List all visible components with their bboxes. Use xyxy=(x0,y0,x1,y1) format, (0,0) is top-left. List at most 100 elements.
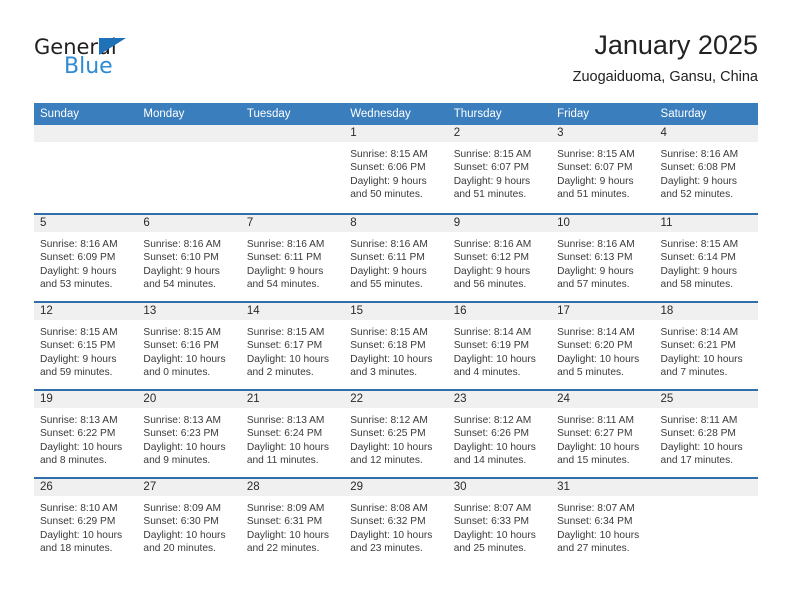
calendar-day-cell[interactable]: 21 Sunrise: 8:13 AM Sunset: 6:24 PM Dayligh… xyxy=(240,391,345,477)
day-details: Sunrise: 8:16 AM Sunset: 6:10 PM Daylight:… xyxy=(137,232,240,292)
day-detail-line: Daylight: 10 hours xyxy=(557,353,640,365)
calendar-day-cell[interactable]: 22 Sunrise: 8:12 AM Sunset: 6:25 PM Dayligh… xyxy=(344,391,448,477)
calendar-day-cell[interactable]: 4 Sunrise: 8:16 AM Sunset: 6:08 PM Daylight… xyxy=(654,125,758,213)
day-detail-line: Sunset: 6:34 PM xyxy=(557,516,633,528)
calendar-day-cell[interactable]: 23 Sunrise: 8:12 AM Sunset: 6:26 PM Dayligh… xyxy=(447,391,552,477)
calendar-day-cell[interactable]: 27 Sunrise: 8:09 AM Sunset: 6:30 PM Dayligh… xyxy=(137,479,241,565)
day-detail-line: and 18 minutes. xyxy=(40,543,113,555)
day-number: 4 xyxy=(654,125,758,142)
calendar-day-cell-empty xyxy=(240,125,345,213)
calendar-day-cell[interactable]: 10 Sunrise: 8:16 AM Sunset: 6:13 PM Dayligh… xyxy=(551,215,655,301)
day-detail-line: Sunrise: 8:11 AM xyxy=(557,415,634,426)
calendar-day-cell[interactable]: 14 Sunrise: 8:15 AM Sunset: 6:17 PM Dayligh… xyxy=(240,303,345,389)
calendar-day-cell[interactable]: 28 Sunrise: 8:09 AM Sunset: 6:31 PM Dayligh… xyxy=(240,479,345,565)
day-detail-line: Sunset: 6:11 PM xyxy=(350,252,425,264)
calendar-day-cell[interactable]: 9 Sunrise: 8:16 AM Sunset: 6:12 PM Daylight… xyxy=(447,215,552,301)
day-details: Sunrise: 8:16 AM Sunset: 6:11 PM Daylight:… xyxy=(241,232,344,292)
calendar-day-cell[interactable]: 12 Sunrise: 8:15 AM Sunset: 6:15 PM Dayligh… xyxy=(34,303,138,389)
calendar-day-cell[interactable]: 19 Sunrise: 8:13 AM Sunset: 6:22 PM Dayligh… xyxy=(34,391,138,477)
calendar-day-cell[interactable]: 29 Sunrise: 8:08 AM Sunset: 6:32 PM Dayligh… xyxy=(344,479,448,565)
day-detail-line: Sunset: 6:16 PM xyxy=(143,340,219,352)
day-number: 28 xyxy=(240,479,345,496)
weekday-header-thursday: Thursday xyxy=(453,108,502,120)
page-title: January 2025 xyxy=(594,30,758,60)
weekday-header-sunday: Sunday xyxy=(40,108,80,120)
day-detail-line: Sunrise: 8:14 AM xyxy=(557,327,635,338)
day-detail-line: Sunset: 6:13 PM xyxy=(557,252,633,264)
calendar-day-cell[interactable]: 3 Sunrise: 8:15 AM Sunset: 6:07 PM Daylight… xyxy=(551,125,655,213)
calendar-day-cell[interactable]: 2 Sunrise: 8:15 AM Sunset: 6:07 PM Daylight… xyxy=(447,125,552,213)
day-detail-line: Daylight: 9 hours xyxy=(453,175,531,187)
day-detail-line: and 58 minutes. xyxy=(660,279,734,291)
calendar-day-cell[interactable]: 18 Sunrise: 8:14 AM Sunset: 6:21 PM Dayligh… xyxy=(654,303,758,389)
day-number xyxy=(34,125,138,142)
day-detail-line: Daylight: 10 hours xyxy=(557,529,640,541)
day-details: Sunrise: 8:13 AM Sunset: 6:22 PM Daylight:… xyxy=(34,408,137,468)
day-details: Sunrise: 8:15 AM Sunset: 6:16 PM Daylight:… xyxy=(137,320,240,380)
day-detail-line: and 54 minutes. xyxy=(246,279,320,291)
day-detail-line: Sunrise: 8:16 AM xyxy=(660,149,739,160)
calendar-day-cell[interactable]: 11 Sunrise: 8:15 AM Sunset: 6:14 PM Dayligh… xyxy=(654,215,758,301)
day-detail-line: Sunrise: 8:13 AM xyxy=(40,415,118,426)
day-detail-line: Sunrise: 8:09 AM xyxy=(143,503,222,514)
calendar-day-cell[interactable]: 24 Sunrise: 8:11 AM Sunset: 6:27 PM Dayligh… xyxy=(551,391,655,477)
day-detail-line: Sunset: 6:26 PM xyxy=(453,428,530,440)
day-detail-line: Sunset: 6:28 PM xyxy=(660,428,736,440)
day-detail-line: and 25 minutes. xyxy=(453,543,527,555)
day-number: 15 xyxy=(344,303,448,320)
day-detail-line: Sunset: 6:15 PM xyxy=(40,340,116,352)
calendar-day-cell[interactable]: 6 Sunrise: 8:16 AM Sunset: 6:10 PM Daylight… xyxy=(137,215,241,301)
day-number: 14 xyxy=(240,303,345,320)
day-detail-line: Sunrise: 8:15 AM xyxy=(143,327,222,338)
calendar-day-cell[interactable]: 1 Sunrise: 8:15 AM Sunset: 6:06 PM Daylight… xyxy=(344,125,448,213)
day-detail-line: Daylight: 10 hours xyxy=(350,441,433,453)
day-detail-line: Sunrise: 8:16 AM xyxy=(246,239,325,250)
day-details: Sunrise: 8:16 AM Sunset: 6:08 PM Daylight:… xyxy=(655,142,758,202)
calendar-day-cell[interactable]: 17 Sunrise: 8:14 AM Sunset: 6:20 PM Dayligh… xyxy=(551,303,655,389)
general-blue-logo[interactable]: General Blue xyxy=(34,36,164,82)
day-number: 12 xyxy=(34,303,138,320)
day-detail-line: Sunset: 6:06 PM xyxy=(350,162,426,174)
day-detail-line: Sunrise: 8:15 AM xyxy=(350,327,428,338)
day-details: Sunrise: 8:13 AM Sunset: 6:24 PM Daylight:… xyxy=(241,408,344,468)
calendar-day-cell[interactable]: 26 Sunrise: 8:10 AM Sunset: 6:29 PM Dayligh… xyxy=(34,479,138,565)
day-detail-line: Sunset: 6:24 PM xyxy=(246,428,323,440)
calendar-day-cell[interactable]: 5 Sunrise: 8:16 AM Sunset: 6:09 PM Daylight… xyxy=(34,215,138,301)
day-number xyxy=(654,479,758,496)
calendar-day-cell[interactable]: 13 Sunrise: 8:15 AM Sunset: 6:16 PM Dayligh… xyxy=(137,303,241,389)
day-detail-line: Daylight: 10 hours xyxy=(40,441,123,453)
day-number: 24 xyxy=(551,391,655,408)
calendar-day-cell[interactable]: 7 Sunrise: 8:16 AM Sunset: 6:11 PM Daylight… xyxy=(240,215,345,301)
day-number: 29 xyxy=(344,479,448,496)
day-detail-line: and 22 minutes. xyxy=(246,543,320,555)
day-details: Sunrise: 8:08 AM Sunset: 6:32 PM Daylight:… xyxy=(344,496,447,556)
day-detail-line: and 55 minutes. xyxy=(350,279,423,291)
day-detail-line: Sunrise: 8:10 AM xyxy=(40,503,118,514)
day-detail-line: Sunrise: 8:15 AM xyxy=(660,239,739,250)
day-detail-line: Daylight: 10 hours xyxy=(660,441,743,453)
day-detail-line: Daylight: 10 hours xyxy=(350,529,433,541)
title-block: January 2025 Zuogaiduoma, Gansu, China xyxy=(573,28,758,88)
day-detail-line: Daylight: 10 hours xyxy=(660,353,743,365)
weekday-header-friday: Friday xyxy=(557,108,590,120)
calendar-day-cell[interactable]: 30 Sunrise: 8:07 AM Sunset: 6:33 PM Dayligh… xyxy=(447,479,552,565)
day-detail-line: Sunset: 6:17 PM xyxy=(246,340,323,352)
day-detail-line: and 56 minutes. xyxy=(453,279,527,291)
calendar-day-cell[interactable]: 20 Sunrise: 8:13 AM Sunset: 6:23 PM Dayligh… xyxy=(137,391,241,477)
day-number: 8 xyxy=(344,215,448,232)
day-details: Sunrise: 8:15 AM Sunset: 6:07 PM Daylight:… xyxy=(551,142,654,202)
day-number: 25 xyxy=(654,391,758,408)
calendar-day-cell[interactable]: 31 Sunrise: 8:07 AM Sunset: 6:34 PM Dayligh… xyxy=(551,479,655,565)
day-number: 2 xyxy=(447,125,552,142)
day-number: 22 xyxy=(344,391,448,408)
calendar-day-cell[interactable]: 16 Sunrise: 8:14 AM Sunset: 6:19 PM Dayligh… xyxy=(447,303,552,389)
day-detail-line: Sunrise: 8:14 AM xyxy=(660,327,739,338)
day-number: 17 xyxy=(551,303,655,320)
day-details: Sunrise: 8:11 AM Sunset: 6:27 PM Daylight:… xyxy=(551,408,654,468)
calendar-day-cell[interactable]: 8 Sunrise: 8:16 AM Sunset: 6:11 PM Daylight… xyxy=(344,215,448,301)
calendar-day-cell[interactable]: 25 Sunrise: 8:11 AM Sunset: 6:28 PM Dayligh… xyxy=(654,391,758,477)
day-number: 21 xyxy=(240,391,345,408)
day-detail-line: and 4 minutes. xyxy=(453,367,521,379)
day-detail-line: Sunset: 6:08 PM xyxy=(660,162,736,174)
calendar-day-cell[interactable]: 15 Sunrise: 8:15 AM Sunset: 6:18 PM Dayligh… xyxy=(344,303,448,389)
